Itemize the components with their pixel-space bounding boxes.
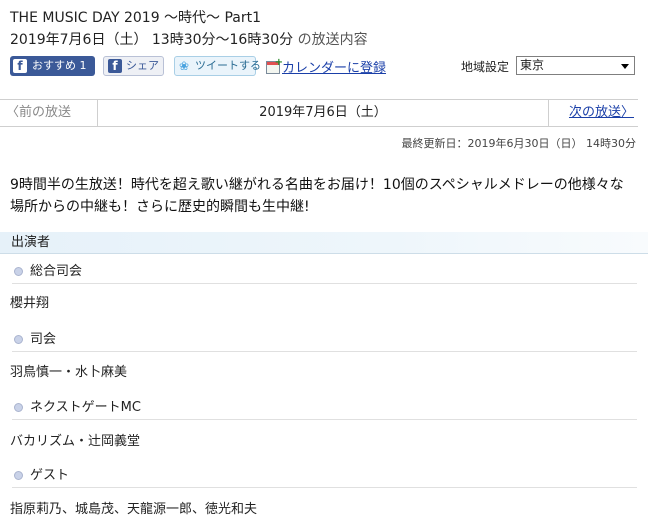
bullet-dot-icon: [14, 471, 23, 480]
region-label: 地域設定: [461, 60, 510, 74]
cast-role-name: ネクストゲートMC: [30, 400, 141, 415]
broadcast-nav: 〈前の放送 2019年7月6日（土） 次の放送〉: [0, 99, 638, 127]
cast-role-name: ゲスト: [30, 468, 70, 483]
cast-role-name: 司会: [30, 332, 57, 347]
cast-names: 指原莉乃、城島茂、天龍源一郎、徳光和夫: [10, 502, 258, 517]
share-toolbar: f おすすめ 1 f シェア ❀ ツイートする カレンダーに登録 地域設定 東京: [10, 56, 640, 78]
calendar-add-icon: [266, 57, 283, 74]
cast-role-row: 総合司会: [12, 263, 637, 284]
program-air-time: 2019年7月6日（土） 13時30分〜16時30分 の放送内容: [10, 29, 368, 49]
current-broadcast-date: 2019年7月6日（土）: [259, 105, 387, 120]
next-broadcast-link[interactable]: 次の放送〉: [548, 100, 638, 126]
twitter-bird-icon: ❀: [179, 59, 190, 73]
calendar-register-link[interactable]: カレンダーに登録: [266, 57, 386, 76]
program-title: THE MUSIC DAY 2019 〜時代〜 Part1: [10, 10, 262, 26]
facebook-recommend-label: おすすめ 1: [32, 59, 87, 72]
facebook-recommend-button[interactable]: f おすすめ 1: [10, 56, 95, 76]
cast-names: 櫻井翔: [10, 296, 50, 311]
cast-section-header: 出演者: [0, 232, 648, 254]
cast-names: バカリズム・辻岡義堂: [10, 434, 141, 449]
cast-role-row: 司会: [12, 331, 637, 352]
last-updated: 最終更新日：2019年6月30日（日） 14時30分: [401, 137, 636, 150]
bullet-dot-icon: [14, 267, 23, 276]
cast-names: 羽鳥慎一・水卜麻美: [10, 365, 128, 380]
region-selected-value: 東京: [520, 58, 545, 72]
chevron-down-icon: [621, 64, 629, 69]
facebook-icon: f: [108, 59, 122, 73]
tweet-button[interactable]: ❀ ツイートする: [174, 56, 261, 76]
facebook-share-label: シェア: [126, 59, 159, 72]
cast-role-row: ネクストゲートMC: [12, 399, 637, 420]
air-time-suffix: の放送内容: [297, 32, 368, 48]
cast-role-name: 総合司会: [30, 264, 83, 279]
prev-broadcast-link[interactable]: 〈前の放送: [0, 100, 98, 126]
bullet-dot-icon: [14, 335, 23, 344]
facebook-share-button[interactable]: f シェア: [103, 56, 164, 76]
region-select[interactable]: 東京: [516, 56, 635, 75]
bullet-dot-icon: [14, 403, 23, 412]
facebook-icon: f: [13, 59, 27, 73]
calendar-register-label: カレンダーに登録: [282, 61, 387, 76]
cast-role-row: ゲスト: [12, 467, 637, 488]
program-description: 9時間半の生放送！時代を超え歌い継がれる名曲をお届け！10個のスペシャルメドレー…: [10, 177, 624, 215]
air-time-text: 2019年7月6日（土） 13時30分〜16時30分: [10, 32, 294, 48]
tweet-label: ツイートする: [195, 59, 261, 72]
